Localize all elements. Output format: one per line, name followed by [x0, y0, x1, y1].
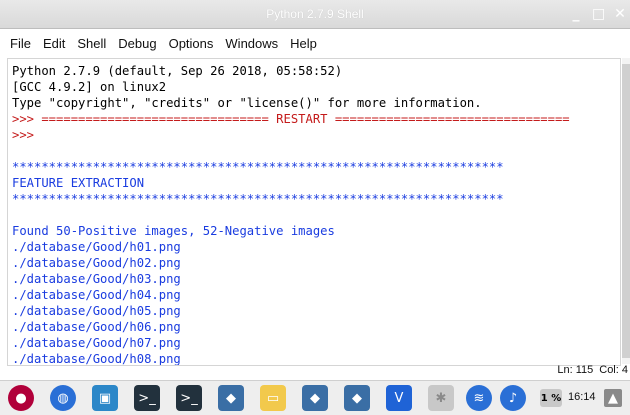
shell-line: ./database/Good/h02.png [12, 256, 181, 270]
shell-line: >>> [12, 128, 35, 142]
window-title: Python 2.7.9 Shell [266, 7, 364, 21]
shell-line: >>> =============================== REST… [12, 112, 570, 126]
menu-windows[interactable]: Windows [225, 36, 278, 51]
menu-shell[interactable]: Shell [77, 36, 106, 51]
menu-bar: File Edit Shell Debug Options Windows He… [0, 30, 630, 56]
python-icon-2[interactable]: ◆ [302, 385, 328, 411]
menu-help[interactable]: Help [290, 36, 317, 51]
shell-editor[interactable]: Python 2.7.9 (default, Sep 26 2018, 05:5… [7, 58, 621, 366]
shell-line: ./database/Good/h05.png [12, 304, 181, 318]
shell-line: ****************************************… [12, 160, 504, 174]
shell-line: FEATURE EXTRACTION [12, 176, 145, 190]
python-icon[interactable]: ◆ [218, 385, 244, 411]
clock: 16:14 [568, 391, 596, 403]
shell-line: [GCC 4.9.2] on linux2 [12, 80, 167, 94]
column-number: Col: 4 [599, 364, 628, 376]
maximize-icon[interactable]: □ [592, 4, 605, 24]
taskbar: ● ◍ ▣ >_ >_ ◆ ▭ ◆ ◆ V ✱ ≋ ♪ 1 % 16:14 ▲ [0, 380, 630, 415]
terminal-icon[interactable]: >_ [134, 385, 160, 411]
menu-debug[interactable]: Debug [118, 36, 156, 51]
shell-line: ****************************************… [12, 192, 504, 206]
cursor-position: Ln: 115 Col: 4 [557, 364, 628, 376]
status-bar: Ln: 115 Col: 4 [0, 364, 630, 380]
shell-line: Type "copyright", "credits" or "license(… [12, 96, 482, 110]
shell-line: Found 50-Positive images, 52-Negative im… [12, 224, 335, 238]
shell-line: ./database/Good/h06.png [12, 320, 181, 334]
python-icon-3[interactable]: ◆ [344, 385, 370, 411]
folder-window-icon[interactable]: ▭ [260, 385, 286, 411]
window-controls: _ □ ✕ [570, 4, 626, 24]
menu-options[interactable]: Options [169, 36, 214, 51]
eject-icon[interactable]: ▲ [604, 389, 622, 407]
shell-output: Python 2.7.9 (default, Sep 26 2018, 05:5… [12, 63, 570, 365]
shell-line: ./database/Good/h01.png [12, 240, 181, 254]
wifi-icon[interactable]: ≋ [466, 385, 492, 411]
minimize-icon[interactable]: _ [570, 4, 582, 24]
line-number: Ln: 115 [557, 364, 594, 376]
title-bar: Python 2.7.9 Shell _ □ ✕ [0, 0, 630, 29]
shell-line: Python 2.7.9 (default, Sep 26 2018, 05:5… [12, 64, 343, 78]
vnc-icon[interactable]: V [386, 385, 412, 411]
battery-indicator: 1 % [540, 389, 562, 407]
raspberry-menu-icon[interactable]: ● [8, 385, 34, 411]
browser-icon[interactable]: ◍ [50, 385, 76, 411]
shell-line: ./database/Good/h04.png [12, 288, 181, 302]
scrollbar-thumb[interactable] [622, 64, 630, 358]
shell-line: ./database/Good/h07.png [12, 336, 181, 350]
close-icon[interactable]: ✕ [614, 4, 626, 24]
folder-icon[interactable]: ▣ [92, 385, 118, 411]
menu-edit[interactable]: Edit [43, 36, 65, 51]
terminal-icon-2[interactable]: >_ [176, 385, 202, 411]
shell-line: ./database/Good/h03.png [12, 272, 181, 286]
bluetooth-icon[interactable]: ✱ [428, 385, 454, 411]
volume-icon[interactable]: ♪ [500, 385, 526, 411]
menu-file[interactable]: File [10, 36, 31, 51]
